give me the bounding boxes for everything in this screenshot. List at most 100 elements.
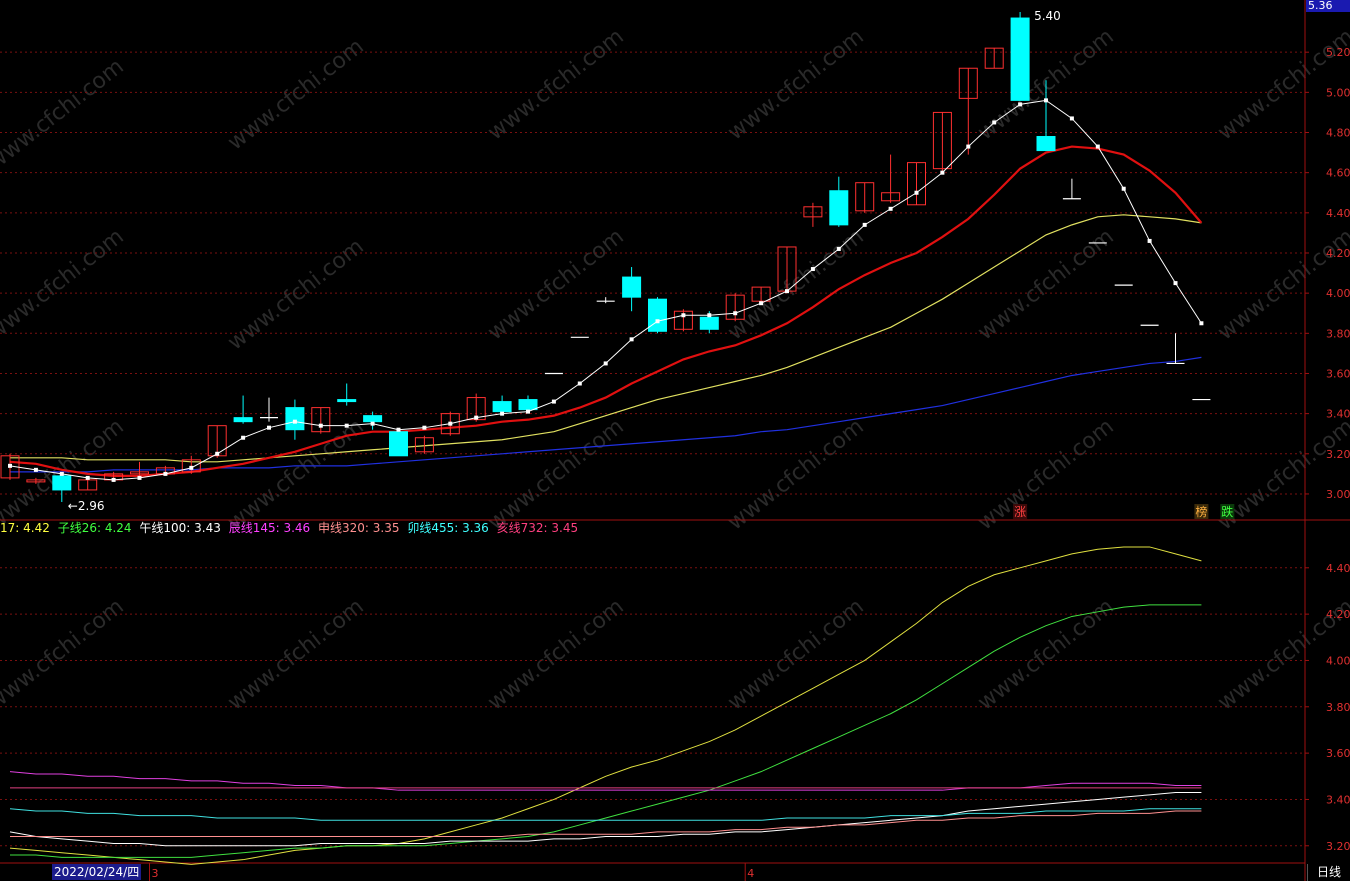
date-badge: 2022/02/24/四 xyxy=(52,864,142,880)
legend-17: 17: 4.42 xyxy=(0,521,50,535)
ma-white-dot xyxy=(810,267,815,272)
ma-white-dot xyxy=(215,451,220,456)
period-button[interactable]: 日线 xyxy=(1307,864,1350,881)
legend-maoxian: 卯线455: 3.36 xyxy=(407,521,489,535)
ma-white-dot xyxy=(1121,186,1126,191)
high-price-label: 5.40 xyxy=(1034,9,1061,23)
legend-shenxian: 申线320: 3.35 xyxy=(318,521,400,535)
candle-body xyxy=(285,407,305,431)
ma-white-dot xyxy=(785,289,789,294)
ma-white-dot xyxy=(396,427,401,432)
ma-white-dot xyxy=(992,120,997,125)
watermark-text: www.cfchi.com xyxy=(0,54,129,175)
watermark-text: www.cfchi.com xyxy=(483,24,628,145)
y-tick-label: 4.40 xyxy=(1326,207,1350,220)
candle-body xyxy=(518,399,538,411)
watermark-text: www.cfchi.com xyxy=(483,224,628,345)
ma-white-dot xyxy=(8,463,12,468)
ma-white-dot xyxy=(1095,144,1100,149)
legend-haixian: 亥线732: 3.45 xyxy=(496,521,579,535)
candlestick-chart[interactable]: www.cfchi.com www.cfchi.com www.cfchi.com w… xyxy=(0,0,1350,881)
y-tick-label: 4.60 xyxy=(1326,167,1350,180)
candle-body xyxy=(492,401,512,413)
ma-white-dot xyxy=(862,222,867,227)
ma-white-dot xyxy=(888,206,893,211)
indicator-line xyxy=(9,808,1202,821)
candle-body xyxy=(1010,17,1030,101)
ma-white-dot xyxy=(629,337,634,342)
candle-body xyxy=(622,276,642,298)
ma-white-dot xyxy=(137,475,142,480)
last-price-tag: 5.36 xyxy=(1306,0,1350,12)
ma-white-dot xyxy=(759,301,764,306)
y-tick-label: 3.40 xyxy=(1326,408,1350,421)
y-tick-label: 3.80 xyxy=(1326,327,1350,340)
watermark-text: www.cfchi.com xyxy=(973,414,1118,535)
indicator-line xyxy=(10,810,1202,838)
ma-white-dot xyxy=(1147,238,1152,243)
y-tick-label: 5.00 xyxy=(1326,86,1350,99)
ma-white-dot xyxy=(836,246,841,251)
ma-white-dot xyxy=(577,381,582,386)
sub-y-tick-label: 4.40 xyxy=(1326,562,1350,575)
watermark-text: www.cfchi.com xyxy=(723,414,868,535)
y-tick-label: 3.20 xyxy=(1326,448,1350,461)
legend-chenxian: 辰线145: 3.46 xyxy=(228,521,311,535)
ma-white-dot xyxy=(241,435,246,440)
ma-white-dot xyxy=(1173,281,1178,286)
candle-body xyxy=(829,190,849,226)
candle-body xyxy=(337,399,357,403)
indicator-line xyxy=(10,604,1202,858)
x-tick-label: 3 xyxy=(152,867,159,880)
ma-white-dot xyxy=(681,313,686,318)
y-tick-label: 4.20 xyxy=(1326,247,1350,260)
y-tick-label: 4.80 xyxy=(1326,127,1350,140)
ma-white-dot xyxy=(344,423,349,428)
indicator-line xyxy=(9,546,1202,865)
y-tick-label: 4.00 xyxy=(1326,287,1350,300)
indicator-line xyxy=(9,792,1202,847)
ma-white-dot xyxy=(1069,116,1074,121)
x-tick-label: 4 xyxy=(747,867,754,880)
sub-y-tick-label: 4.20 xyxy=(1326,608,1350,621)
ma-white-dot xyxy=(163,471,168,476)
ma-white-dot xyxy=(59,471,64,476)
ma-blue-line xyxy=(10,356,1202,473)
ma-white-dot xyxy=(655,319,660,324)
candle-body xyxy=(648,298,667,332)
candle-body xyxy=(52,475,72,491)
sub-y-tick-label: 3.60 xyxy=(1326,747,1350,760)
ma-white-dot xyxy=(189,465,194,470)
y-tick-label: 3.00 xyxy=(1326,488,1350,501)
legend-zixian: 子线26: 4.24 xyxy=(57,521,132,535)
sub-y-tick-label: 3.20 xyxy=(1326,840,1350,853)
ma-white-dot xyxy=(474,415,479,420)
ma-white-dot xyxy=(267,425,271,430)
candle-body xyxy=(389,431,408,457)
ma-white-dot xyxy=(85,475,90,480)
sub-y-tick-label: 4.00 xyxy=(1326,654,1350,667)
ma-white-dot xyxy=(448,421,453,426)
y-tick-label: 5.20 xyxy=(1326,46,1350,59)
ma-white-dot xyxy=(422,425,427,430)
ma-white-dot xyxy=(1018,102,1023,107)
ma-white-dot xyxy=(33,467,38,472)
watermark-text: www.cfchi.com xyxy=(223,414,368,535)
candle-body xyxy=(1036,136,1056,152)
ma-white-dot xyxy=(500,411,505,416)
ma-white-dot xyxy=(1199,321,1204,326)
candle-body xyxy=(363,415,383,423)
legend-wuxian: 午线100: 3.43 xyxy=(139,521,221,535)
watermark-text: www.cfchi.com xyxy=(483,594,628,715)
indicator-legend: 17: 4.42 子线26: 4.24 午线100: 3.43 辰线145: 3… xyxy=(0,521,582,536)
low-price-label: ←2.96 xyxy=(68,499,105,513)
watermark-text: www.cfchi.com xyxy=(0,224,129,345)
ma-white-dot xyxy=(966,144,971,149)
marker-label: 涨 xyxy=(1014,504,1026,519)
watermark-text: www.cfchi.com xyxy=(483,414,628,535)
ma-white-dot xyxy=(526,409,530,414)
ma-white-dot xyxy=(940,170,945,175)
candle-body xyxy=(699,316,719,330)
watermark-text: www.cfchi.com xyxy=(723,24,868,145)
watermark-text: www.cfchi.com xyxy=(223,594,368,715)
